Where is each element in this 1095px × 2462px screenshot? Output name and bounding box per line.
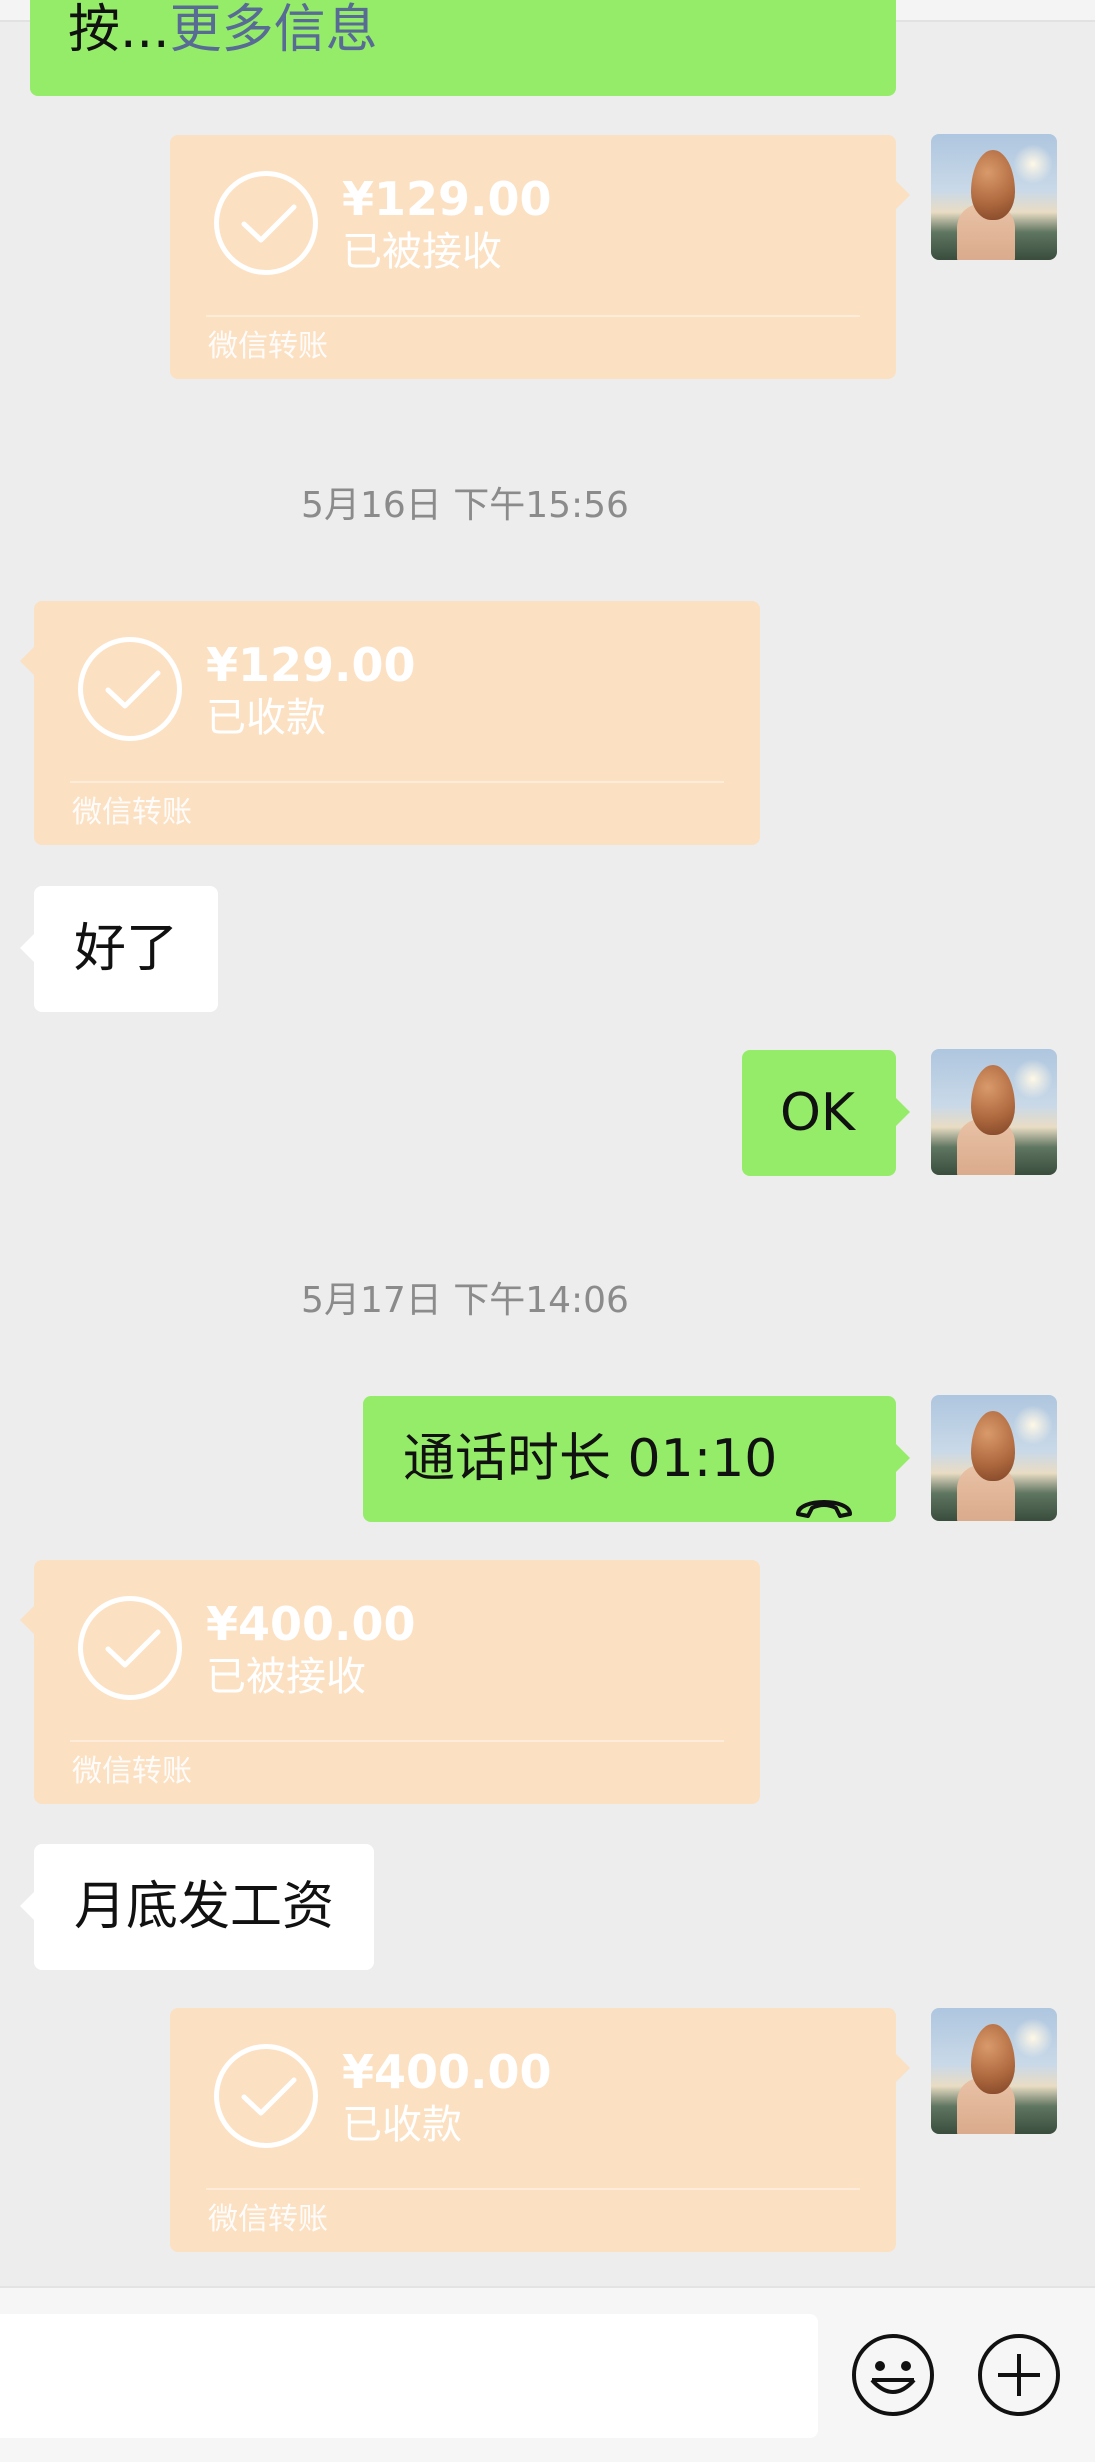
check-circle-icon [78, 1596, 182, 1700]
message-bubble-received[interactable]: 好了 [19, 886, 219, 1012]
call-duration-text: 通话时长 01:10 [403, 1429, 778, 1489]
transfer-card[interactable]: ¥129.00 已被接收 微信转账 [170, 135, 910, 379]
message-text: OK [780, 1083, 856, 1143]
plus-icon[interactable] [976, 2332, 1062, 2418]
message-bubble-received[interactable]: 月底发工资 [19, 1844, 375, 1970]
more-info-link[interactable]: 更多信息 [170, 0, 378, 60]
transfer-footer: 微信转账 [208, 2202, 328, 2237]
transfer-status: 已被接收 [342, 229, 502, 275]
call-record-bubble[interactable]: 通话时长 01:10 [363, 1396, 910, 1522]
divider [70, 1740, 724, 1742]
message-text: 月底发工资 [74, 1877, 335, 1937]
timestamp: 5月16日 下午15:56 [301, 485, 629, 526]
check-circle-icon [214, 171, 318, 275]
transfer-amount: ¥129.00 [206, 638, 416, 692]
phone-hangup-icon [792, 1442, 856, 1568]
message-bubble-sent[interactable]: OK [742, 1050, 910, 1176]
transfer-footer: 微信转账 [208, 329, 328, 364]
my-avatar[interactable] [931, 1049, 1057, 1175]
timestamp: 5月17日 下午14:06 [301, 1280, 629, 1321]
transfer-footer: 微信转账 [72, 1754, 192, 1789]
emoji-icon[interactable] [850, 2332, 936, 2418]
transfer-amount: ¥129.00 [342, 172, 552, 226]
my-avatar[interactable] [931, 1395, 1057, 1521]
transfer-footer: 微信转账 [72, 795, 192, 830]
divider [206, 315, 860, 317]
transfer-card[interactable]: ¥400.00 已收款 微信转账 [170, 2008, 910, 2252]
message-bubble-top[interactable]: 按...更多信息 [30, 0, 896, 96]
transfer-card[interactable]: ¥129.00 已收款 微信转账 [20, 601, 760, 845]
message-input[interactable] [0, 2314, 818, 2438]
my-avatar[interactable] [931, 134, 1057, 260]
transfer-status: 已被接收 [206, 1654, 366, 1700]
transfer-amount: ¥400.00 [206, 1597, 416, 1651]
message-text: 好了 [74, 919, 179, 979]
divider [206, 2188, 860, 2190]
transfer-status: 已收款 [206, 695, 326, 741]
transfer-card[interactable]: ¥400.00 已被接收 微信转账 [20, 1560, 760, 1804]
transfer-status: 已收款 [342, 2102, 462, 2148]
input-bar [0, 2286, 1095, 2462]
my-avatar[interactable] [931, 2008, 1057, 2134]
message-text: 按... [68, 0, 170, 60]
divider [70, 781, 724, 783]
check-circle-icon [214, 2044, 318, 2148]
check-circle-icon [78, 637, 182, 741]
transfer-amount: ¥400.00 [342, 2045, 552, 2099]
